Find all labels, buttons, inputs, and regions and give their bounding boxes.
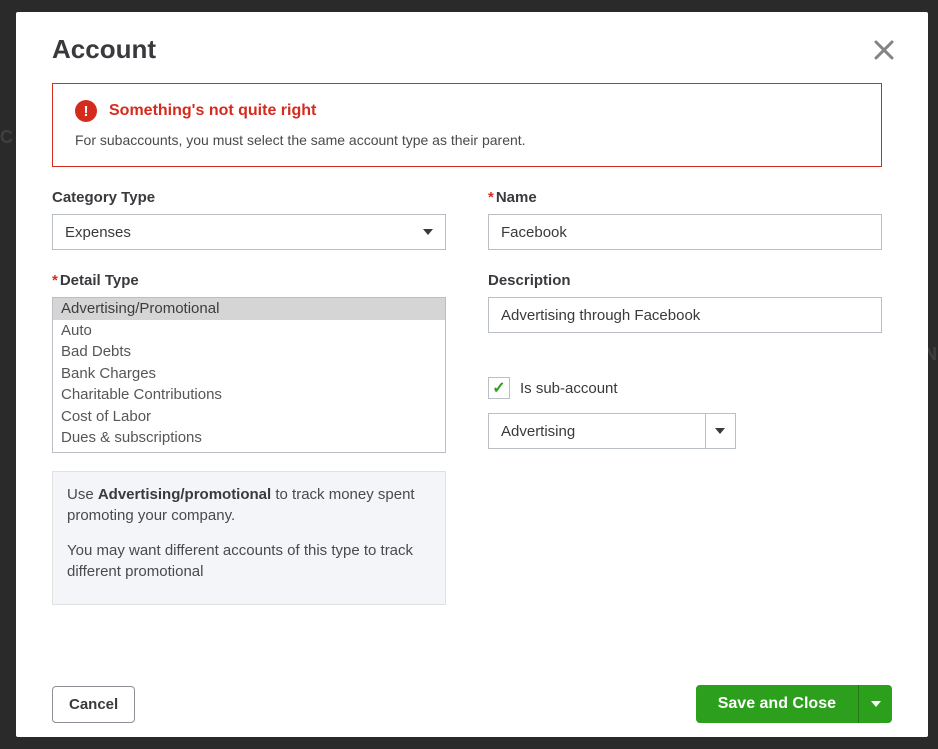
detail-type-option[interactable]: Bank Charges [53, 363, 445, 385]
modal-header: Account [16, 12, 928, 75]
detail-type-option[interactable]: Dues & subscriptions [53, 427, 445, 449]
detail-type-label: *Detail Type [52, 272, 446, 289]
detail-type-option[interactable]: Cost of Labor [53, 406, 445, 428]
error-title: Something's not quite right [109, 102, 316, 120]
chevron-down-icon [715, 428, 725, 434]
category-type-value: Expenses [65, 224, 131, 241]
detail-type-hint[interactable]: Use Advertising/promotional to track mon… [52, 471, 446, 605]
modal-footer: Cancel Save and Close [16, 673, 928, 737]
chevron-down-icon [423, 229, 433, 235]
detail-type-option[interactable]: Advertising/Promotional [53, 298, 445, 320]
check-icon: ✓ [492, 378, 505, 398]
required-star: * [52, 272, 58, 289]
detail-type-option[interactable]: Auto [53, 320, 445, 342]
close-icon[interactable] [872, 38, 896, 62]
background-fragment: C [0, 127, 14, 148]
chevron-down-icon [871, 701, 881, 707]
category-type-select[interactable]: Expenses [52, 214, 446, 250]
description-label: Description [488, 272, 882, 289]
save-and-close-button[interactable]: Save and Close [696, 685, 858, 723]
page-title: Account [52, 34, 156, 65]
save-dropdown-toggle[interactable] [858, 685, 892, 723]
name-label: *Name [488, 189, 882, 206]
form-right-column: *Name Description ✓ Is sub-account [488, 189, 882, 605]
account-modal: Account ! Something's not quite right Fo… [16, 12, 928, 737]
is-subaccount-checkbox[interactable]: ✓ [488, 377, 510, 399]
error-banner: ! Something's not quite right For subacc… [52, 83, 882, 167]
parent-account-dropdown-toggle[interactable] [705, 413, 736, 449]
parent-account-select[interactable]: Advertising [488, 413, 705, 449]
detail-type-option[interactable]: Bad Debts [53, 341, 445, 363]
is-subaccount-label: Is sub-account [520, 380, 618, 397]
detail-type-option[interactable]: Entertainment [53, 449, 445, 454]
modal-body-scroll[interactable]: ! Something's not quite right For subacc… [52, 75, 904, 673]
cancel-button[interactable]: Cancel [52, 686, 135, 723]
error-message: For subaccounts, you must select the sam… [75, 132, 859, 148]
error-icon: ! [75, 100, 97, 122]
category-type-label: Category Type [52, 189, 446, 206]
detail-type-option[interactable]: Charitable Contributions [53, 384, 445, 406]
name-field[interactable] [488, 214, 882, 250]
detail-type-listbox[interactable]: Advertising/PromotionalAutoBad DebtsBank… [52, 297, 446, 453]
description-field[interactable] [488, 297, 882, 333]
form-left-column: Category Type Expenses *Detail Type Adve… [52, 189, 446, 605]
required-star: * [488, 189, 494, 206]
